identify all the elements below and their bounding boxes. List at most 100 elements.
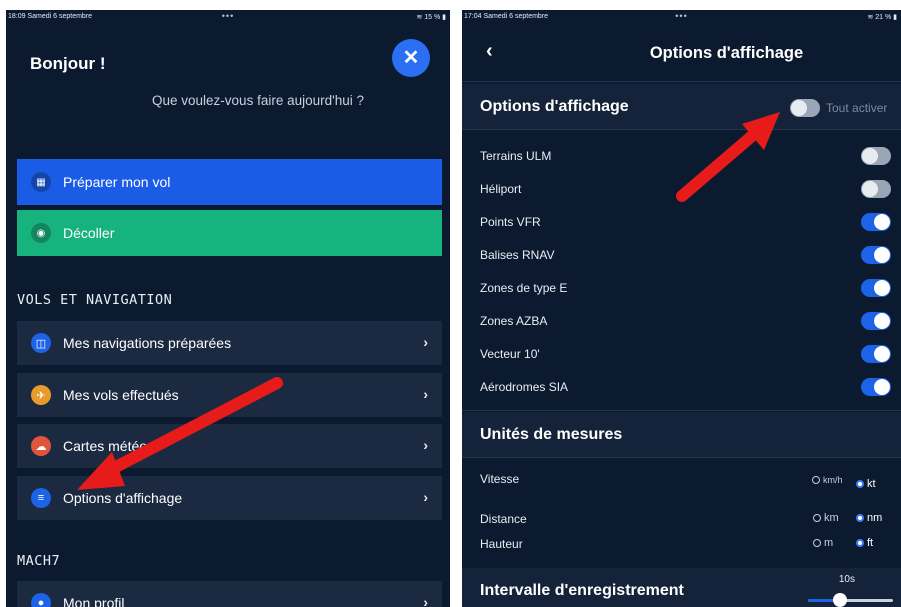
radio-circle-icon — [812, 476, 820, 484]
slider-knob[interactable] — [833, 593, 848, 607]
radio-km[interactable]: km — [813, 512, 839, 524]
prepare-flight-label: Préparer mon vol — [63, 174, 171, 190]
option-toggle-switch[interactable] — [861, 246, 891, 264]
switch-knob — [874, 379, 890, 395]
sliders-icon: ≡ — [31, 488, 51, 508]
cloud-icon: ☁ — [31, 436, 51, 456]
radio-m[interactable]: m — [813, 537, 833, 549]
option-toggle-switch[interactable] — [861, 147, 891, 165]
close-button[interactable]: ✕ — [392, 39, 430, 77]
radio-label: m — [824, 537, 834, 549]
option-row: Aérodromes SIA — [462, 371, 901, 404]
group-header-units: Unités de mesures — [462, 412, 901, 458]
option-label: Terrains ULM — [480, 149, 552, 163]
menu-item-label: Mon profil — [63, 595, 125, 607]
switch-knob — [791, 100, 807, 116]
home-screen: 18:09 Samedi 6 septembre ••• ≋ 15 % ▮ Bo… — [6, 10, 450, 607]
battery-indicator: ≋ 15 % ▮ — [416, 14, 446, 21]
divider — [462, 410, 901, 411]
multitask-dots-icon: ••• — [221, 11, 235, 21]
map-board-icon: ▦ — [31, 172, 51, 192]
option-label: Points VFR — [480, 215, 541, 229]
user-icon: ● — [31, 593, 51, 607]
interval-value: 10s — [838, 574, 855, 585]
switch-knob — [862, 181, 878, 197]
toggle-all-switch[interactable] — [790, 99, 820, 117]
chevron-right-icon: › — [423, 489, 428, 505]
radio-circle-icon — [813, 514, 821, 522]
radio-kmh[interactable]: km/h — [812, 474, 843, 486]
plane-icon: ✈ — [31, 385, 51, 405]
radio-circle-icon — [813, 539, 821, 547]
radio-nm[interactable]: nm — [856, 512, 882, 524]
radio-label: ft — [867, 537, 874, 549]
option-toggle-switch[interactable] — [861, 378, 891, 396]
switch-knob — [862, 148, 878, 164]
menu-item-profile[interactable]: ● Mon profil › — [17, 581, 442, 607]
option-label: Héliport — [480, 182, 522, 196]
unit-row-distance: Distance km nm — [462, 506, 901, 532]
option-row: Balises RNAV — [462, 239, 901, 272]
group-title: Unités de mesures — [480, 426, 623, 443]
page-title: Options d'affichage — [649, 44, 804, 62]
prepare-flight-button[interactable]: ▦ Préparer mon vol — [17, 159, 442, 205]
option-label: Zones AZBA — [480, 314, 548, 328]
radio-ft[interactable]: ft — [856, 537, 873, 549]
option-label: Zones de type E — [480, 281, 568, 295]
chevron-right-icon: › — [423, 386, 428, 402]
switch-knob — [874, 247, 890, 263]
option-row: Terrains ULM — [462, 140, 901, 173]
menu-item-vols[interactable]: ✈ Mes vols effectués › — [17, 373, 442, 417]
battery-indicator: ≋ 21 % ▮ — [867, 14, 897, 21]
unit-label: Vitesse — [480, 472, 520, 486]
option-label: Vecteur 10' — [480, 347, 540, 361]
switch-knob — [874, 313, 890, 329]
option-row: Points VFR — [462, 206, 901, 239]
option-toggle-switch[interactable] — [861, 345, 891, 363]
interval-slider[interactable] — [808, 593, 893, 607]
radio-kt[interactable]: kt — [856, 478, 876, 490]
back-button[interactable]: ‹ — [486, 40, 493, 63]
switch-knob — [874, 346, 890, 362]
radio-label: nm — [867, 512, 883, 524]
unit-row-height: Hauteur m ft — [462, 531, 901, 557]
group-title: Options d'affichage — [480, 98, 629, 115]
multitask-dots-icon: ••• — [675, 11, 688, 21]
menu-item-navigations[interactable]: ◫ Mes navigations préparées › — [17, 321, 442, 365]
option-row: Zones de type E — [462, 272, 901, 305]
menu-item-label: Cartes météo — [63, 438, 148, 454]
radio-label: km/h — [823, 475, 843, 485]
switch-knob — [874, 280, 890, 296]
status-bar: 17:04 Samedi 6 septembre ••• ≋ 21 % ▮ — [462, 10, 901, 24]
takeoff-button[interactable]: ◉ Décoller — [17, 210, 442, 256]
group-header-interval: Intervalle d'enregistrement 10s — [462, 568, 901, 607]
menu-item-label: Options d'affichage — [63, 490, 183, 506]
menu-item-meteo[interactable]: ☁ Cartes météo › — [17, 424, 442, 468]
chevron-right-icon: › — [423, 437, 428, 453]
radio-circle-icon — [856, 539, 864, 547]
switch-knob — [874, 214, 890, 230]
option-label: Balises RNAV — [480, 248, 555, 262]
greeting-title: Bonjour ! — [30, 54, 106, 73]
section-title-vols: VOLS ET NAVIGATION — [17, 292, 173, 308]
display-options-screen: 17:04 Samedi 6 septembre ••• ≋ 21 % ▮ ‹ … — [462, 10, 901, 607]
status-bar: 18:09 Samedi 6 septembre ••• ≋ 15 % ▮ — [6, 10, 450, 24]
option-toggle-switch[interactable] — [861, 312, 891, 330]
radio-circle-icon — [856, 480, 864, 488]
option-toggle-switch[interactable] — [861, 279, 891, 297]
menu-item-label: Mes vols effectués — [63, 387, 179, 403]
option-row: Zones AZBA — [462, 305, 901, 338]
chevron-right-icon: › — [423, 594, 428, 607]
unit-label: Hauteur — [480, 537, 523, 551]
unit-row-speed: Vitesse km/h kt — [462, 466, 901, 502]
unit-label: Distance — [480, 512, 527, 526]
option-label: Aérodromes SIA — [480, 380, 569, 394]
menu-item-display-options[interactable]: ≡ Options d'affichage › — [17, 476, 442, 520]
option-toggle-switch[interactable] — [861, 180, 891, 198]
option-row: Héliport — [462, 173, 901, 206]
radio-label: km — [824, 512, 839, 524]
option-toggle-switch[interactable] — [861, 213, 891, 231]
chevron-right-icon: › — [423, 334, 428, 350]
group-header-display: Options d'affichage Tout activer — [462, 84, 901, 130]
section-title-mach7: MACH7 — [17, 553, 61, 569]
